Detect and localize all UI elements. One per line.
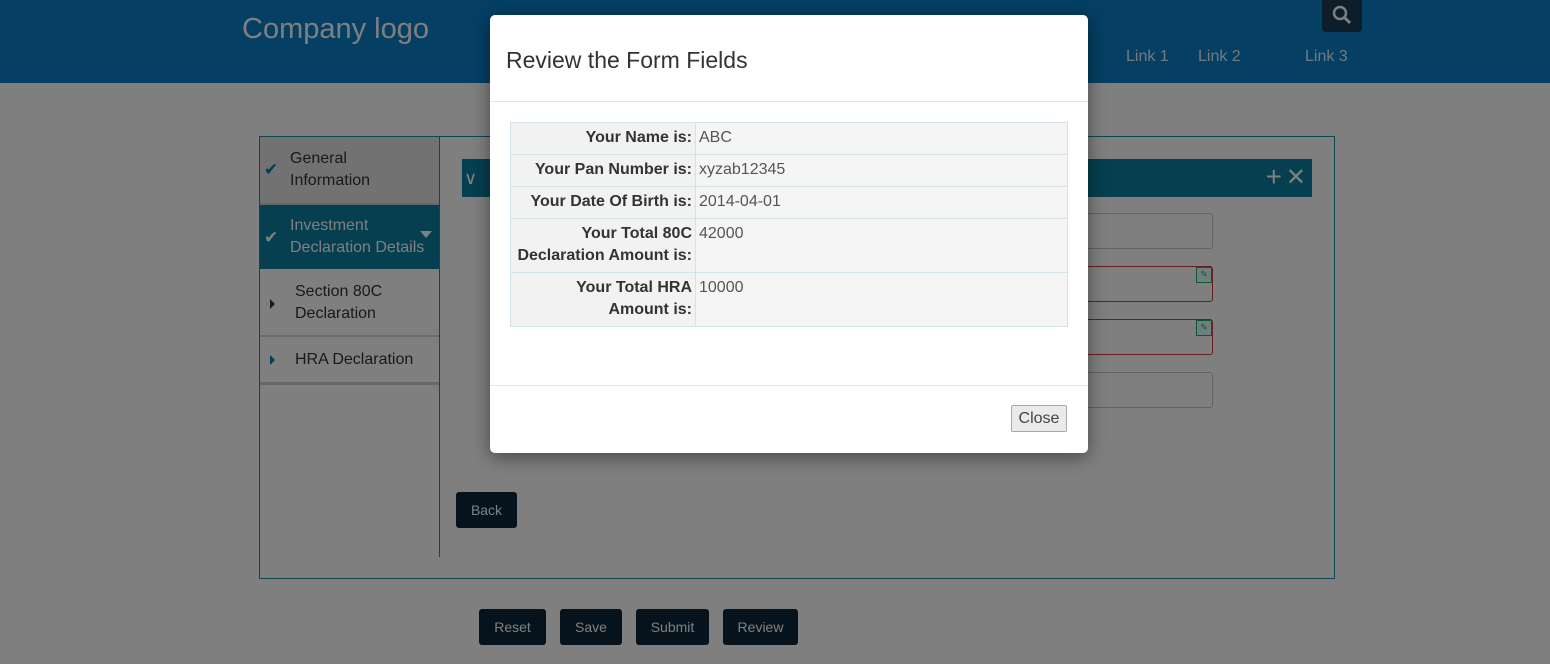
divider <box>490 385 1088 386</box>
row-value: xyzab12345 <box>695 154 1068 187</box>
row-value: 10000 <box>695 272 1068 327</box>
divider <box>490 101 1088 102</box>
row-label: Your Pan Number is: <box>510 154 696 187</box>
table-row: Your Total HRA Amount is: 10000 <box>510 272 1068 327</box>
row-label: Your Name is: <box>510 122 696 155</box>
row-label: Your Date Of Birth is: <box>510 186 696 219</box>
row-value: 2014-04-01 <box>695 186 1068 219</box>
row-value: ABC <box>695 122 1068 155</box>
table-row: Your Pan Number is: xyzab12345 <box>510 154 1068 187</box>
modal-title: Review the Form Fields <box>506 47 748 73</box>
row-label: Your Total HRA Amount is: <box>510 272 696 327</box>
table-row: Your Total 80C Declaration Amount is: 42… <box>510 218 1068 273</box>
review-modal: Review the Form Fields Your Name is: ABC… <box>490 15 1088 453</box>
row-label: Your Total 80C Declaration Amount is: <box>510 218 696 273</box>
review-table: Your Name is: ABC Your Pan Number is: xy… <box>510 122 1068 327</box>
table-row: Your Name is: ABC <box>510 122 1068 155</box>
close-button[interactable]: Close <box>1011 405 1067 432</box>
row-value: 42000 <box>695 218 1068 273</box>
table-row: Your Date Of Birth is: 2014-04-01 <box>510 186 1068 219</box>
